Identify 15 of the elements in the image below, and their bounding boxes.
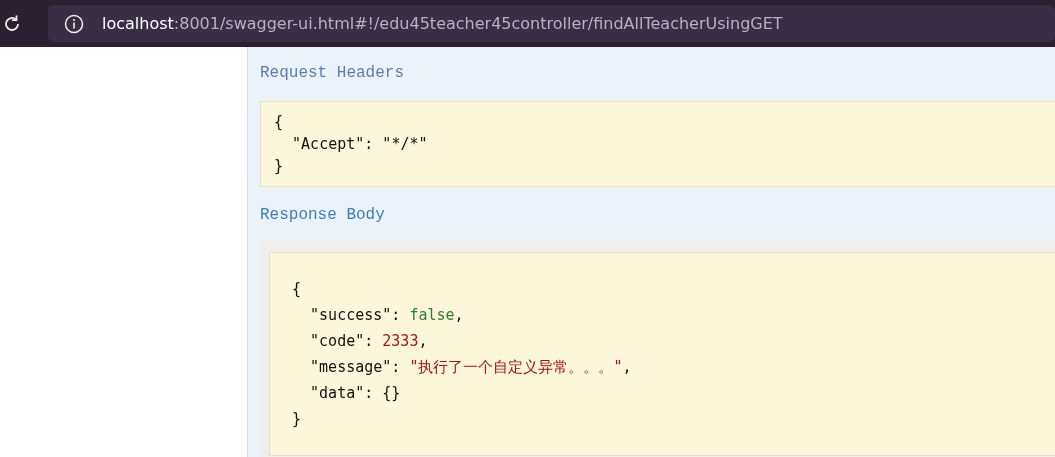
- address-bar[interactable]: localhost:8001/swagger-ui.html#!/edu45teacher45controller/findAllTeacherUsingGET: [48, 5, 1055, 42]
- code-line: }: [292, 409, 303, 430]
- code-line: {: [292, 279, 303, 300]
- code-line: "success": false,: [309, 305, 465, 326]
- code-line: "Accept": "*/*": [291, 134, 429, 155]
- code-line: }: [274, 156, 285, 177]
- code-line: "code": 2333,: [309, 331, 429, 352]
- code-line: "message": "执行了一个自定义异常。。。",: [309, 357, 633, 378]
- section-title: Request Headers: [260, 63, 406, 84]
- url-host: localhost: [102, 12, 174, 35]
- info-icon[interactable]: [64, 13, 84, 34]
- section-title: Response Body: [260, 205, 386, 226]
- url-path: :8001/swagger-ui.html#!/edu45teacher45controller/findAllTeacherUsingGET: [173, 12, 783, 35]
- code-line: "data": {}: [309, 383, 402, 404]
- code-line: {: [274, 112, 285, 133]
